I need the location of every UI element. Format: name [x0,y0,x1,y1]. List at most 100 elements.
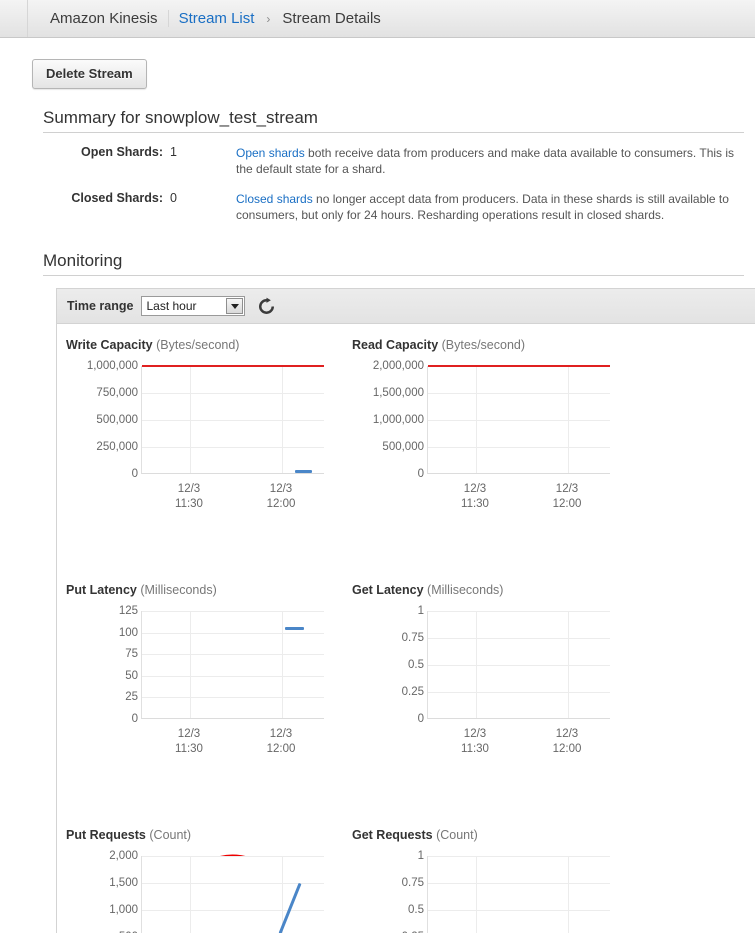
x-axis-tick-label: 12/3 11:30 [461,483,489,510]
chart-title-text: Put Requests [66,828,146,842]
x-axis-tick-label: 12/3 12:00 [552,483,582,510]
chart-title: Write Capacity (Bytes/second) [66,338,344,352]
action-toolbar: Delete Stream [0,38,755,89]
gridline-horizontal [428,856,610,857]
gridline-horizontal [142,697,324,699]
chart-title-text: Read Capacity [352,338,439,352]
y-axis-tick-label: 100 [118,626,138,639]
plot-canvas [141,856,324,933]
chart-write-capacity: Write Capacity (Bytes/second) 0 250,000 50… [57,338,344,526]
y-axis-tick-label: 500,000 [96,414,138,426]
gridline-vertical [568,611,569,718]
monitoring-panel: Time range Last hour Write Capacity (Byt… [56,288,755,933]
gridline-horizontal [428,611,610,612]
closed-shards-value: 0 [170,191,177,205]
summary-table: Open Shards: 1 Open shards both receive … [43,145,744,237]
gridline-horizontal [142,447,324,448]
closed-shards-label: Closed Shards: [71,191,163,205]
plot-area: 05001,0001,5002,00012/311:3012/312:00 [66,850,344,933]
chart-unit: (Bytes/second) [156,338,240,352]
monitoring-section: Monitoring [43,251,744,276]
x-axis-labels: 12/3 11:30 12/3 12:00 [427,723,610,767]
chart-row: Put Latency (Milliseconds) 0 25 50 75 100 125… [57,583,755,771]
gridline-horizontal [142,632,324,634]
y-axis-tick-label: 0.75 [401,632,424,644]
chart-title-text: Get Latency [352,583,424,597]
gridline-horizontal [428,420,610,421]
y-axis-tick-label: 0.75 [401,877,424,889]
threshold-line [428,365,610,367]
chart-row: Put Requests (Count) 05001,0001,5002,000… [57,828,755,933]
y-axis-tick-label: 125 [118,605,138,617]
chart-get-latency: Get Latency (Milliseconds) 0 0.25 0.5 0.75 1… [344,583,631,771]
chart-title-text: Get Requests [352,828,433,842]
chart-title: Get Requests (Count) [352,828,631,842]
gridline-vertical [190,611,191,718]
y-axis-tick-label: 0 [131,713,138,725]
chart-unit: (Milliseconds) [140,583,217,597]
plot-canvas [427,611,610,719]
open-shards-link[interactable]: Open shards [236,146,305,160]
open-shards-description: Open shards both receive data from produ… [236,145,744,191]
gridline-horizontal [142,393,324,394]
gridline-vertical [190,366,191,473]
chart-title: Read Capacity (Bytes/second) [352,338,631,352]
y-axis-tick-label: 0 [417,468,424,480]
refresh-icon[interactable] [256,296,276,316]
gridline-horizontal [142,856,324,857]
chart-grid: Write Capacity (Bytes/second) 0 250,000 50… [57,324,755,933]
gridline-vertical [476,856,477,933]
plot-area: 0 500,000 1,000,000 1,500,000 2,000,000 12/3 1… [352,360,631,526]
y-axis-tick-label: 0.5 [408,659,424,671]
chart-title-text: Write Capacity [66,338,153,352]
chart-unit: (Bytes/second) [441,338,526,352]
x-axis-tick-label: 12/3 12:00 [266,483,296,510]
gridline-horizontal [428,910,610,911]
table-row: Closed Shards: 0 Closed shards no longer… [43,191,744,237]
chevron-down-icon[interactable] [226,298,244,314]
y-axis-tick-label: 750,000 [96,387,138,399]
gridline-vertical [282,611,283,718]
y-axis-tick-label: 50 [125,669,138,682]
gridline-vertical [568,856,569,933]
gridline-vertical [190,856,191,933]
breadcrumb-item-stream-list[interactable]: Stream List [167,10,265,27]
gridline-horizontal [142,675,324,677]
gridline-vertical [476,611,477,718]
chart-row: Write Capacity (Bytes/second) 0 250,000 50… [57,338,755,526]
breadcrumb-left-gutter [0,0,28,37]
gridline-vertical [282,366,283,473]
y-axis-tick-label: 0.25 [401,686,424,698]
gridline-horizontal [142,611,324,612]
chart-put-requests: Put Requests (Count) 05001,0001,5002,000… [57,828,344,933]
y-axis-tick-label: 1 [417,850,424,862]
closed-shards-link[interactable]: Closed shards [236,192,313,206]
time-range-select[interactable]: Last hour [141,296,246,316]
breadcrumb-item-amazon-kinesis: Amazon Kinesis [50,10,158,27]
breadcrumb-item-stream-details: Stream Details [282,10,381,27]
y-axis-tick-label: 1,500 [109,877,138,889]
chart-unit: (Milliseconds) [427,583,504,597]
open-shards-value: 1 [170,145,177,159]
y-axis-tick-label: 75 [125,648,138,661]
plot-area: 0 250,000 500,000 750,000 1,000,000 12/3 11:30… [66,360,344,526]
summary-section: Summary for snowplow_test_stream Open Sh… [43,108,744,237]
y-axis-tick-label: 1,000,000 [372,414,424,426]
delete-stream-button[interactable]: Delete Stream [32,59,147,89]
gridline-vertical [476,366,477,473]
x-axis-tick-label: 12/3 11:30 [175,728,203,755]
chart-title: Get Latency (Milliseconds) [352,583,631,597]
x-axis-labels: 12/3 11:30 12/3 12:00 [141,478,324,522]
open-shards-label: Open Shards: [81,145,163,159]
time-range-bar: Time range Last hour [57,289,755,324]
chart-put-latency: Put Latency (Milliseconds) 0 25 50 75 100 125… [57,583,344,771]
chart-unit: (Count) [149,828,192,842]
chart-title-text: Put Latency [66,583,137,597]
gridline-horizontal [428,447,610,448]
y-axis-tick-label: 500,000 [382,441,424,453]
x-axis-tick-label: 12/3 11:30 [461,728,489,755]
gridline-horizontal [142,420,324,421]
x-axis-tick-label: 12/3 12:00 [266,728,296,755]
plot-area: 00.250.50.75112/311:3012/312:00 [352,850,631,933]
y-axis-tick-label: 1,000,000 [86,360,138,372]
